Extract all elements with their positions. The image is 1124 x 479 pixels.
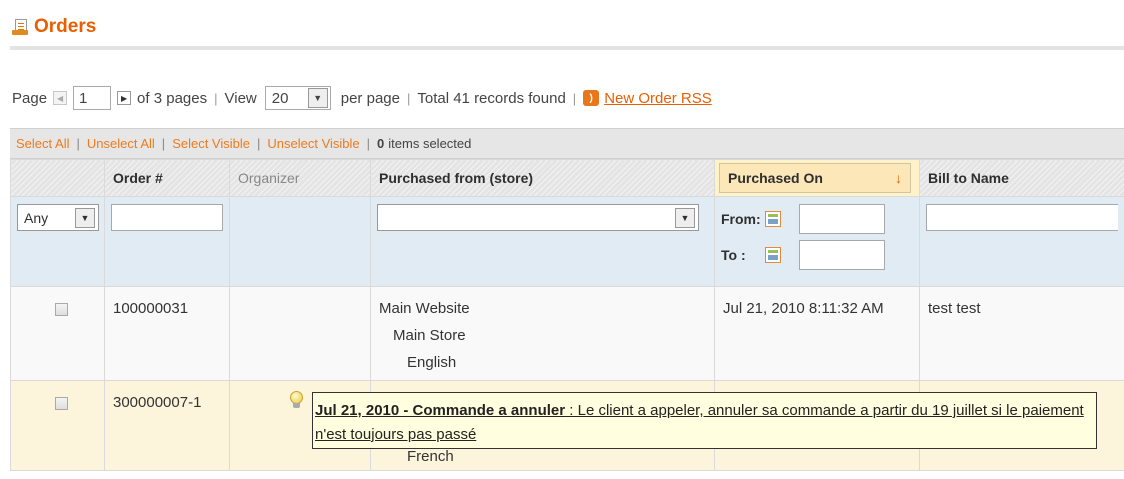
filter-row: Any ▼ ▼ From: To : — [10, 196, 1124, 287]
row-select-cell — [10, 286, 105, 381]
chevron-down-icon[interactable]: ▼ — [675, 207, 695, 228]
unselect-all-link[interactable]: Unselect All — [87, 136, 155, 151]
separator: | — [366, 136, 371, 151]
sorted-column-label[interactable]: Purchased On ↓ — [719, 163, 911, 193]
filter-bill-to — [919, 196, 1124, 287]
total-records: Total 41 records found — [417, 89, 566, 107]
separator: | — [161, 136, 166, 151]
per-page-text: per page — [340, 89, 400, 107]
bill-to-filter-input[interactable] — [926, 204, 1118, 231]
selected-text: items selected — [388, 136, 472, 151]
chevron-down-icon[interactable]: ▼ — [307, 88, 328, 108]
rss-icon[interactable]: ) — [583, 90, 600, 106]
bill-to-cell: test test — [919, 286, 1124, 381]
store-name: Main Store — [393, 327, 466, 344]
orders-icon — [12, 18, 28, 36]
store-cell: Main Website Main Store English — [370, 286, 715, 381]
next-page-icon[interactable]: ▶ — [117, 91, 132, 105]
calendar-icon[interactable] — [765, 247, 781, 263]
sort-desc-icon: ↓ — [895, 170, 902, 186]
order-number: 300000007-1 — [104, 380, 230, 471]
order-filter-input[interactable] — [111, 204, 223, 231]
massaction-bar: Select All | Unselect All | Select Visib… — [10, 128, 1124, 159]
any-select[interactable]: Any ▼ — [17, 204, 99, 231]
separator: | — [214, 90, 218, 106]
view-label: View — [224, 89, 257, 107]
filter-organizer — [229, 196, 371, 287]
page-input[interactable]: 1 — [73, 86, 112, 110]
date-from-input[interactable] — [799, 204, 885, 234]
page-label: Page — [12, 89, 48, 107]
any-select-value: Any — [24, 209, 49, 226]
separator: | — [406, 90, 411, 106]
header-bill-to[interactable]: Bill to Name — [919, 159, 1124, 197]
purchased-on-cell: Jul 21, 2010 8:11:32 AM — [714, 286, 920, 381]
chevron-down-icon[interactable]: ▼ — [75, 207, 95, 228]
filter-massaction: Any ▼ — [10, 196, 105, 287]
store-website: Main Website — [379, 300, 470, 317]
row-checkbox[interactable] — [55, 397, 68, 410]
header-row: Order # Organizer Purchased from (store)… — [10, 159, 1124, 197]
note-date: Jul 21, 2010 - Commande a annuler — [315, 402, 566, 419]
separator: | — [572, 90, 577, 106]
pager: Page ◀ 1 ▶ of 3 pages | View 20 ▼ per pa… — [12, 86, 712, 110]
store-filter-select[interactable]: ▼ — [377, 204, 699, 231]
of-pages-text: of 3 pages — [137, 89, 208, 107]
filter-order — [104, 196, 230, 287]
organizer-note-tooltip: Jul 21, 2010 - Commande a annuler : Le c… — [312, 392, 1097, 449]
select-all-link[interactable]: Select All — [16, 136, 69, 151]
order-number: 100000031 — [104, 286, 230, 381]
header-order[interactable]: Order # — [104, 159, 230, 197]
page-title: Orders — [34, 16, 97, 37]
date-from-row: From: — [721, 204, 913, 234]
per-page-value: 20 — [271, 89, 289, 107]
header-purchased-on-label: Purchased On — [728, 170, 823, 186]
header-store[interactable]: Purchased from (store) — [370, 159, 715, 197]
header-purchased-on[interactable]: Purchased On ↓ — [714, 159, 920, 197]
row-checkbox[interactable] — [55, 303, 68, 316]
select-visible-link[interactable]: Select Visible — [172, 136, 250, 151]
header-organizer[interactable]: Organizer — [229, 159, 371, 197]
table-row[interactable]: 100000031 Main Website Main Store Englis… — [10, 286, 1124, 381]
lightbulb-icon[interactable] — [288, 391, 305, 413]
page-header: Orders — [12, 16, 96, 38]
store-view: English — [407, 354, 457, 371]
to-label: To : — [721, 247, 746, 263]
from-label: From: — [721, 211, 761, 227]
separator: | — [257, 136, 261, 151]
header-massaction — [10, 159, 105, 197]
new-order-rss-link[interactable]: New Order RSS — [604, 90, 712, 107]
row-select-cell — [10, 380, 105, 471]
date-to-input[interactable] — [799, 240, 885, 270]
filter-purchased-on: From: To : — [714, 196, 920, 287]
unselect-visible-link[interactable]: Unselect Visible — [267, 136, 359, 151]
title-divider — [10, 46, 1124, 50]
date-to-row: To : — [721, 240, 913, 270]
prev-page-icon[interactable]: ◀ — [53, 91, 68, 105]
selected-count: 0 — [377, 136, 385, 151]
per-page-select[interactable]: 20 ▼ — [264, 86, 331, 110]
calendar-icon[interactable] — [765, 211, 781, 227]
organizer-cell — [229, 286, 371, 381]
filter-store: ▼ — [370, 196, 715, 287]
separator: | — [76, 136, 80, 151]
